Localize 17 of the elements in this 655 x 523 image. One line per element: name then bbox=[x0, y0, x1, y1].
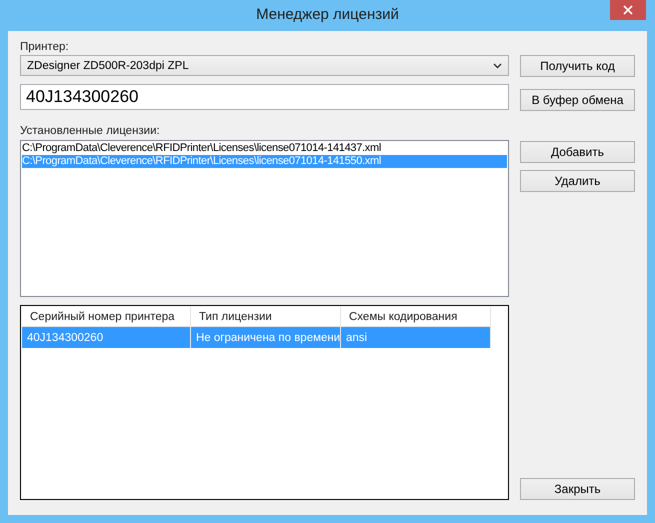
printer-label: Принтер: bbox=[20, 40, 69, 55]
get-code-button[interactable]: Получить код bbox=[520, 55, 635, 77]
chevron-icon bbox=[493, 62, 502, 68]
licenses-label: Установленные лицензии: bbox=[20, 124, 160, 139]
close-dialog-button[interactable]: Закрыть bbox=[520, 478, 635, 500]
close-icon bbox=[623, 5, 633, 15]
window-title: Менеджер лицензий bbox=[256, 6, 399, 23]
table-cell: Не ограничена по времени bbox=[191, 327, 341, 348]
close-button[interactable] bbox=[610, 0, 646, 20]
copy-button[interactable]: В буфер обмена bbox=[520, 89, 635, 111]
table-cell: ansi bbox=[341, 327, 491, 348]
license-item[interactable]: C:\ProgramData\Cleverence\RFIDPrinter\Licenses\license071014-141437.xml bbox=[22, 142, 507, 155]
code-field[interactable]: 40J134300260 bbox=[20, 84, 509, 110]
remove-button[interactable]: Удалить bbox=[520, 170, 635, 192]
printer-dropdown[interactable]: ZDesigner ZD500R-203dpi ZPL bbox=[20, 55, 509, 76]
add-button[interactable]: Добавить bbox=[520, 141, 635, 163]
table-cell: 40J134300260 bbox=[22, 327, 191, 348]
